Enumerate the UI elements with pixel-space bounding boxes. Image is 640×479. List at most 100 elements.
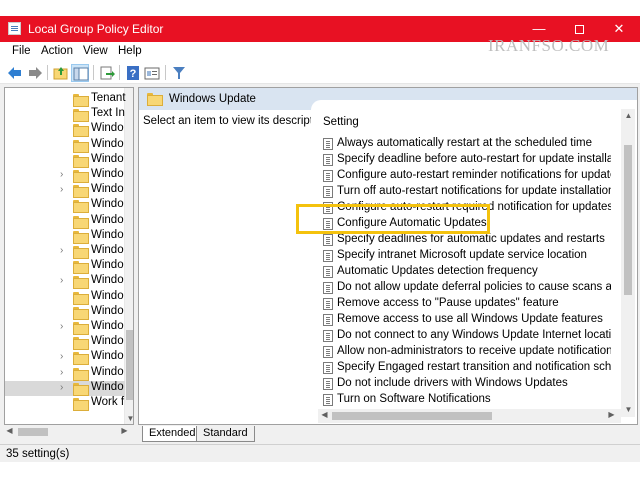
policy-setting-icon: [323, 314, 333, 326]
setting-row[interactable]: Specify intranet Microsoft update servic…: [321, 248, 611, 264]
tree-item[interactable]: › Windo: [5, 320, 125, 335]
tree-item[interactable]: › Windo: [5, 244, 125, 259]
setting-row[interactable]: Configure Automatic Updates: [321, 216, 611, 232]
setting-row[interactable]: Do not connect to any Windows Update Int…: [321, 328, 611, 344]
tree-item[interactable]: Windo: [5, 290, 125, 305]
settings-horizontal-scrollbar[interactable]: ◀ ▶: [318, 409, 621, 423]
tree-horizontal-scrollbar[interactable]: ◀ ▶: [4, 425, 134, 439]
scroll-left-icon[interactable]: ◀: [4, 426, 15, 435]
setting-label: Turn off auto-restart notifications for …: [337, 185, 611, 197]
setting-row[interactable]: Remove access to use all Windows Update …: [321, 312, 611, 328]
menu-action[interactable]: Action: [41, 45, 73, 57]
tree-item-label: Windo: [91, 228, 124, 241]
setting-row[interactable]: Specify deadlines for automatic updates …: [321, 232, 611, 248]
tree-item[interactable]: Windo: [5, 305, 125, 320]
tree-item[interactable]: › Windo: [5, 168, 125, 183]
expand-chevron-icon[interactable]: ›: [60, 169, 70, 180]
folder-icon: [73, 382, 89, 396]
scroll-down-icon[interactable]: ▼: [623, 405, 634, 414]
tree-item[interactable]: Text In: [5, 107, 125, 123]
folder-icon: [73, 215, 89, 229]
tree-item[interactable]: Windo: [5, 138, 125, 153]
tree-item[interactable]: Windo: [5, 198, 125, 214]
tree-item[interactable]: › Windo: [5, 380, 125, 396]
tree-item[interactable]: Windo: [5, 122, 125, 138]
menu-file[interactable]: File: [12, 45, 31, 57]
help-icon[interactable]: ?: [124, 64, 142, 82]
settings-list[interactable]: Setting Always automatically restart at …: [311, 100, 637, 424]
forward-arrow-icon[interactable]: [26, 64, 44, 82]
export-list-icon[interactable]: [98, 64, 116, 82]
up-folder-icon[interactable]: [52, 64, 70, 82]
tree-item-label: Tenant: [91, 92, 126, 104]
expand-chevron-icon[interactable]: ›: [60, 382, 70, 393]
tree-item[interactable]: › Windo: [5, 274, 125, 290]
setting-row[interactable]: Automatic Updates detection frequency: [321, 264, 611, 280]
menu-view[interactable]: View: [83, 45, 108, 57]
tree-item[interactable]: › Windo: [5, 183, 125, 199]
scrollbar-thumb[interactable]: [18, 428, 48, 436]
view-tabs: Extended Standard: [138, 426, 438, 442]
scroll-down-icon[interactable]: ▼: [125, 414, 133, 423]
setting-row[interactable]: Always automatically restart at the sche…: [321, 136, 611, 152]
scroll-up-icon[interactable]: ▲: [623, 111, 634, 120]
folder-icon: [73, 170, 89, 183]
properties-icon[interactable]: [143, 64, 161, 82]
policy-setting-icon: [323, 202, 333, 214]
tree-vertical-scrollbar[interactable]: ▼: [124, 88, 133, 424]
tree-item[interactable]: › Windo: [5, 366, 125, 381]
scroll-left-icon[interactable]: ◀: [319, 410, 330, 419]
tab-extended[interactable]: Extended: [142, 426, 203, 442]
setting-row[interactable]: Configure auto-restart reminder notifica…: [321, 168, 611, 184]
scroll-right-icon[interactable]: ▶: [119, 426, 130, 435]
scrollbar-thumb[interactable]: [624, 145, 632, 295]
settings-vertical-scrollbar[interactable]: ▲ ▼: [621, 109, 635, 417]
tree-item[interactable]: Windo: [5, 229, 125, 244]
tree-item-label: Windo: [91, 289, 124, 302]
toolbar: ?: [0, 62, 640, 84]
setting-row[interactable]: Do not include drivers with Windows Upda…: [321, 376, 611, 392]
setting-row[interactable]: Remove access to "Pause updates" feature: [321, 296, 611, 312]
tree-item[interactable]: Tenant: [5, 92, 126, 107]
scrollbar-thumb[interactable]: [126, 330, 133, 400]
tree-item[interactable]: Work f: [5, 396, 125, 411]
navigation-tree[interactable]: ▼ Tenant Text In Windo Windo Windo › Windo › Win…: [4, 87, 134, 425]
folder-icon: [73, 139, 89, 153]
setting-row[interactable]: Do not allow update deferral policies to…: [321, 280, 611, 296]
expand-chevron-icon[interactable]: ›: [60, 245, 70, 256]
tab-standard[interactable]: Standard: [196, 426, 255, 442]
scrollbar-thumb[interactable]: [332, 412, 492, 420]
expand-chevron-icon[interactable]: ›: [60, 321, 70, 332]
tree-item[interactable]: › Windo: [5, 350, 125, 366]
menu-help[interactable]: Help: [118, 45, 142, 57]
folder-icon: [73, 352, 89, 366]
column-header-setting[interactable]: Setting: [323, 116, 359, 128]
scroll-right-icon[interactable]: ▶: [606, 410, 617, 419]
setting-label: Specify deadlines for automatic updates …: [337, 233, 605, 245]
main-area: ▼ Tenant Text In Windo Windo Windo › Windo › Win…: [0, 84, 640, 444]
setting-row[interactable]: Specify Engaged restart transition and n…: [321, 360, 611, 376]
setting-row[interactable]: Turn on Software Notifications: [321, 392, 611, 408]
back-arrow-icon[interactable]: [6, 64, 24, 82]
filter-icon[interactable]: [170, 64, 188, 82]
expand-chevron-icon[interactable]: ›: [60, 184, 70, 195]
tree-item[interactable]: Windo: [5, 335, 125, 351]
setting-row[interactable]: Configure auto-restart required notifica…: [321, 200, 611, 216]
expand-chevron-icon[interactable]: ›: [60, 367, 70, 378]
tree-item[interactable]: Windo: [5, 259, 125, 275]
expand-chevron-icon[interactable]: ›: [60, 351, 70, 362]
app-icon: [8, 22, 21, 35]
expand-chevron-icon[interactable]: ›: [60, 275, 70, 286]
tree-item[interactable]: Windo: [5, 153, 125, 168]
tree-item-label: Windo: [91, 320, 124, 332]
setting-row[interactable]: Allow non-administrators to receive upda…: [321, 344, 611, 360]
setting-row[interactable]: Turn off auto-restart notifications for …: [321, 184, 611, 200]
policy-setting-icon: [323, 298, 333, 310]
show-hide-tree-icon[interactable]: [71, 64, 89, 82]
folder-icon: [73, 94, 89, 107]
tree-item-label: Windo: [91, 137, 124, 150]
tree-item[interactable]: Windo: [5, 214, 125, 229]
folder-icon: [73, 337, 89, 351]
toolbar-separator: [119, 65, 120, 80]
setting-row[interactable]: Specify deadline before auto-restart for…: [321, 152, 611, 168]
